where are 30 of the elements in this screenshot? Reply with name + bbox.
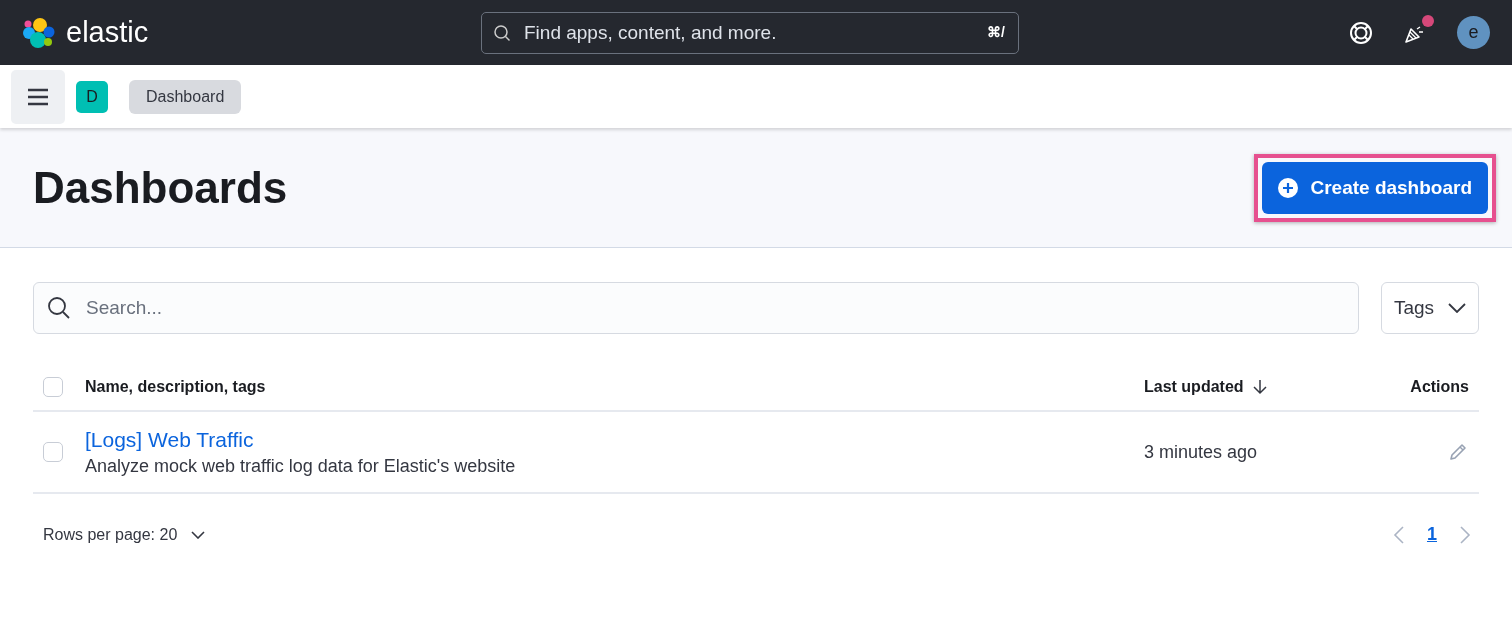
previous-page-icon[interactable] [1393, 524, 1405, 545]
column-header[interactable]: Name, description, tags [85, 378, 1144, 396]
last-updated-cell-text: 3 minutes ago [1144, 441, 1259, 463]
chevron-down-icon [191, 530, 206, 539]
chevron-down-icon [1448, 303, 1467, 313]
column-header[interactable]: Actions [1374, 378, 1479, 396]
pencil-icon[interactable] [1447, 441, 1469, 463]
row-checkbox[interactable] [43, 442, 63, 462]
menu-button[interactable] [11, 69, 65, 124]
select-all-checkbox[interactable] [43, 377, 63, 397]
breadcrumb: Dashboard [129, 79, 242, 114]
dashboard-link[interactable]: [Logs] Web Traffic [85, 427, 254, 452]
tags-dropdown[interactable]: Tags [1381, 282, 1479, 334]
logo-text[interactable]: elastic [66, 16, 149, 49]
page-button[interactable]: 1 [1423, 524, 1441, 545]
search-icon [493, 23, 511, 42]
menu-icon [27, 87, 49, 106]
space-avatar[interactable]: D [76, 80, 108, 113]
logo-icon [22, 15, 56, 50]
dashboard-description: Analyze mock web traffic log data for Elastic's website [85, 455, 516, 477]
help-icon[interactable] [1349, 20, 1373, 45]
page-title: Dashboards [33, 162, 288, 213]
next-page-icon[interactable] [1459, 524, 1471, 545]
sort-descending-icon [1251, 379, 1268, 395]
user-avatar[interactable]: e [1457, 16, 1490, 49]
rows-per-page-dropdown[interactable]: Rows per page: 20 [43, 525, 206, 544]
plus-circle-icon [1278, 177, 1299, 198]
column-header[interactable]: Last updated [1144, 378, 1374, 396]
keyboard-shortcut: ⌘/ [987, 23, 1005, 40]
create-dashboard-button[interactable]: Create dashboard [1262, 161, 1488, 214]
